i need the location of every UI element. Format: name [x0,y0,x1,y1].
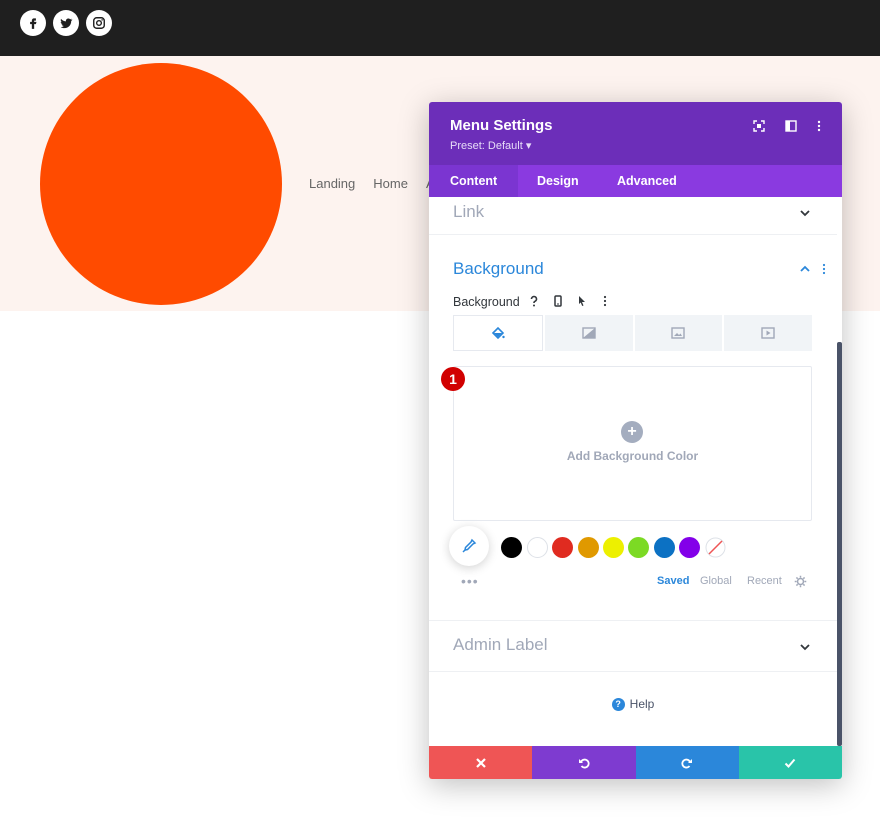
swatch-white[interactable] [527,537,548,558]
hover-cursor-icon[interactable] [574,293,590,309]
background-section-title[interactable]: Background [453,259,544,279]
swatch-yellow[interactable] [603,537,624,558]
modal-title: Menu Settings [450,117,553,134]
modal-tabs: Content Design Advanced [429,165,842,197]
swatch-blue[interactable] [654,537,675,558]
chevron-down-icon[interactable] [799,641,811,653]
redo-icon [681,757,693,769]
split-view-icon[interactable] [782,117,800,135]
more-options-icon[interactable] [810,117,828,135]
gear-icon[interactable] [794,575,807,588]
palette-tab-recent[interactable]: Recent [747,575,782,587]
palette-tab-saved[interactable]: Saved [657,575,689,587]
no-color-swatch-icon[interactable] [705,537,726,558]
bg-image-tab[interactable] [635,315,723,351]
more-swatches-dots[interactable]: ••• [461,573,479,589]
top-bar [0,0,880,56]
swatch-black[interactable] [501,537,522,558]
modal-header: Menu Settings Preset: Default ▾ [429,102,842,165]
close-icon [475,757,487,769]
help-link[interactable]: ? Help [429,697,837,711]
cancel-button[interactable] [429,746,532,779]
main-menu: Landing Home A [309,176,435,191]
section-options-icon[interactable] [818,263,830,275]
bg-color-tab[interactable] [453,315,543,351]
tab-content[interactable]: Content [429,165,518,197]
gradient-icon [582,326,596,340]
undo-icon [578,757,590,769]
swatch-purple[interactable] [679,537,700,558]
paint-bucket-icon [491,326,505,340]
add-background-color-area[interactable]: + Add Background Color [453,366,812,521]
background-type-tabs [453,315,812,351]
twitter-icon[interactable] [53,10,79,36]
chevron-up-icon[interactable] [799,263,811,275]
video-icon [761,326,775,340]
image-icon [671,326,685,340]
swatch-orange[interactable] [578,537,599,558]
check-icon [784,757,796,769]
step-badge: 1 [441,367,465,391]
logo-circle [40,63,282,305]
chevron-down-icon[interactable] [799,207,811,219]
responsive-mobile-icon[interactable] [550,293,566,309]
swatch-red[interactable] [552,537,573,558]
facebook-icon[interactable] [20,10,46,36]
save-button[interactable] [739,746,842,779]
modal-footer [429,746,842,779]
background-option-label: Background [453,295,520,309]
redo-button[interactable] [636,746,739,779]
menu-item-landing[interactable]: Landing [309,176,355,191]
add-background-color-label: Add Background Color [454,449,811,463]
bg-video-tab[interactable] [724,315,812,351]
tab-advanced[interactable]: Advanced [596,165,698,197]
bg-gradient-tab[interactable] [545,315,633,351]
help-question-icon[interactable] [526,293,542,309]
tab-design[interactable]: Design [516,165,600,197]
help-icon: ? [612,698,625,711]
option-more-icon[interactable] [597,293,613,309]
undo-button[interactable] [532,746,635,779]
plus-icon[interactable]: + [621,421,643,443]
preset-dropdown[interactable]: Preset: Default ▾ [450,139,531,152]
palette-tab-global[interactable]: Global [700,575,732,587]
link-section[interactable]: Link [429,197,837,235]
admin-label-section[interactable]: Admin Label [429,620,837,672]
scrollbar[interactable] [837,342,842,746]
instagram-icon[interactable] [86,10,112,36]
eyedropper-icon [461,538,477,554]
eyedropper-button[interactable] [449,526,489,566]
menu-item-home[interactable]: Home [373,176,408,191]
admin-label-title: Admin Label [453,635,548,655]
fullscreen-icon[interactable] [750,117,768,135]
help-label: Help [630,697,655,711]
menu-settings-modal: Menu Settings Preset: Default ▾ Content … [429,102,842,779]
swatch-green[interactable] [628,537,649,558]
link-section-title: Link [453,202,484,222]
